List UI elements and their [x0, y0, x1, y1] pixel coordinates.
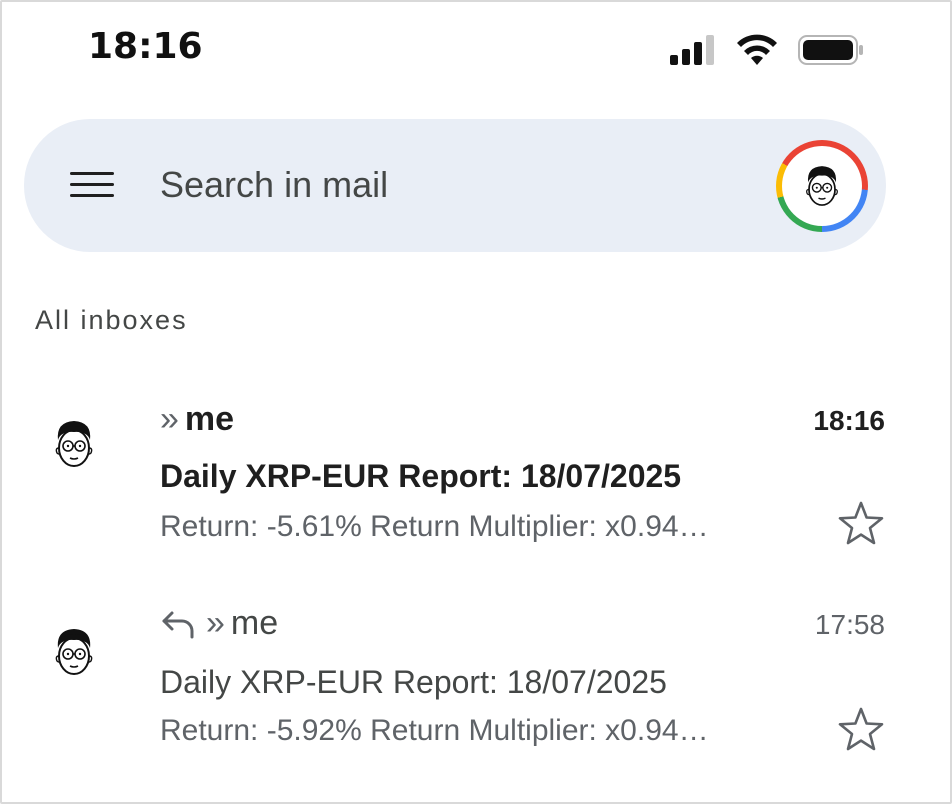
email-row[interactable]: » me 18:16 Daily XRP-EUR Report: 18/07/2… — [0, 390, 952, 580]
star-icon[interactable] — [837, 500, 885, 546]
star-icon[interactable] — [837, 706, 885, 752]
account-avatar-button[interactable] — [776, 140, 868, 232]
email-row[interactable]: » me 17:58 Daily XRP-EUR Report: 18/07/2… — [0, 594, 952, 784]
hamburger-menu-icon[interactable] — [70, 169, 114, 201]
sender-name: me — [184, 400, 235, 438]
email-subject: Daily XRP-EUR Report: 18/07/2025 — [160, 664, 667, 700]
signal-icon — [670, 35, 714, 65]
email-time: 17:58 — [814, 609, 885, 640]
sender-line: » me — [160, 604, 278, 643]
search-bar[interactable]: Search in mail — [24, 119, 886, 252]
email-subject: Daily XRP-EUR Report: 18/07/2025 — [160, 458, 682, 494]
wifi-icon — [737, 34, 777, 65]
sender-avatar-icon — [55, 629, 93, 675]
sender-line: » me — [160, 400, 234, 439]
mailbox-label: All inboxes — [35, 305, 188, 335]
importance-chevron-icon: » — [206, 604, 225, 642]
importance-chevron-icon: » — [160, 400, 179, 438]
search-input[interactable]: Search in mail — [160, 164, 388, 206]
sender-avatar-icon — [55, 421, 93, 467]
status-time: 18:16 — [88, 26, 203, 67]
sender-name: me — [230, 604, 279, 642]
email-time: 18:16 — [813, 405, 885, 436]
status-icons — [670, 34, 864, 66]
avatar-face-icon — [806, 166, 838, 206]
email-snippet: Return: -5.92% Return Multiplier: x0.94… — [160, 714, 709, 747]
battery-icon — [798, 35, 863, 65]
email-snippet: Return: -5.61% Return Multiplier: x0.94… — [160, 510, 709, 543]
reply-icon — [162, 611, 194, 638]
